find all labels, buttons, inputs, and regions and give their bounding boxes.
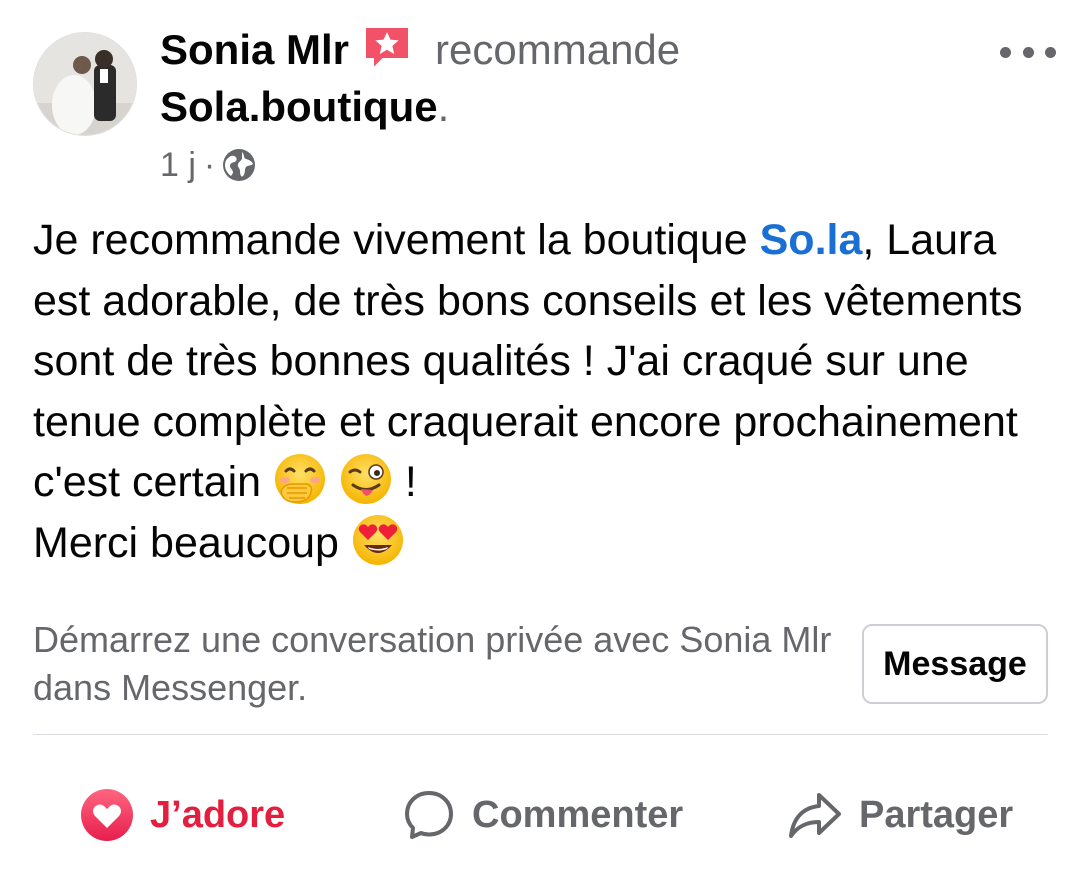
page-name[interactable]: Sola.boutique [160, 83, 438, 131]
more-dot [1022, 46, 1034, 58]
avatar[interactable] [33, 32, 137, 136]
post-header: Sonia Mlr recommande [160, 22, 680, 78]
post-body: Je recommande vivement la boutique So.la… [33, 210, 1043, 573]
post-link[interactable]: So.la [760, 216, 863, 264]
winking-tongue-emoji-icon [339, 452, 393, 506]
share-arrow-icon [787, 790, 843, 840]
post-header-page: Sola.boutique. [160, 80, 449, 134]
messenger-prompt: Démarrez une conversation privée avec So… [33, 619, 832, 708]
love-label: J’adore [150, 793, 286, 836]
more-dot [1000, 46, 1011, 58]
action-text: recommande [435, 26, 681, 73]
globe-icon[interactable] [221, 147, 257, 183]
action-bar: J’adore Commenter Partager [0, 780, 1079, 850]
comment-bubble-icon [402, 788, 456, 842]
divider [33, 734, 1048, 735]
comment-label: Commenter [472, 793, 684, 836]
post-time[interactable]: 1 j [160, 146, 196, 185]
heart-eyes-emoji-icon [351, 513, 405, 567]
meta-separator: · [203, 145, 216, 184]
comment-button[interactable]: Commenter [402, 780, 683, 850]
recommendation-badge-icon [361, 23, 413, 73]
share-label: Partager [859, 793, 1014, 836]
more-dot [1045, 46, 1056, 58]
hand-over-mouth-emoji-icon [273, 452, 327, 506]
post-meta: 1 j · [160, 140, 257, 190]
post-text: Je recommande vivement la boutique [33, 216, 760, 264]
message-button[interactable]: Message [862, 624, 1048, 704]
post-text: ! [392, 458, 417, 506]
heart-icon [80, 788, 134, 842]
page-suffix: . [437, 83, 450, 130]
post-text: Merci beaucoup [33, 518, 351, 567]
more-options-button[interactable] [1000, 40, 1056, 64]
author-name[interactable]: Sonia Mlr [160, 26, 349, 74]
love-button[interactable]: J’adore [80, 780, 285, 850]
share-button[interactable]: Partager [787, 780, 1013, 850]
